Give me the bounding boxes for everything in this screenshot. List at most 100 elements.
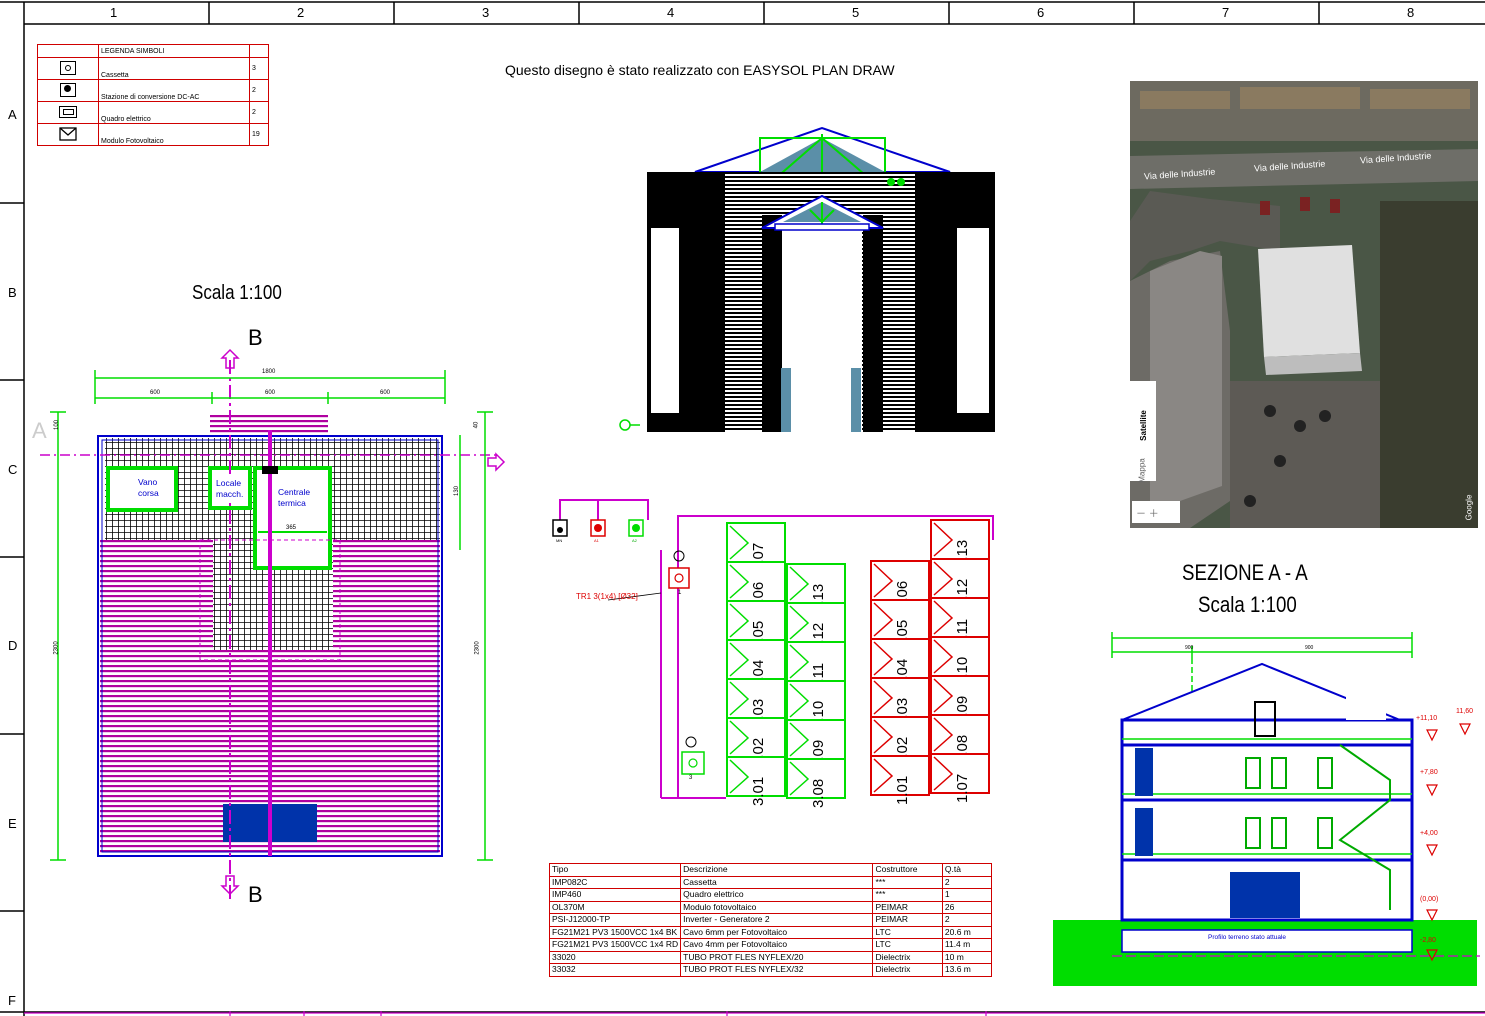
grid-row-a: A: [8, 107, 17, 122]
grid-row-c: C: [8, 462, 18, 477]
table-row: OL370M Modulo fotovoltaico PEIMAR 26: [548, 900, 993, 914]
pv-module: 3.10: [786, 680, 846, 730]
pv-module: 1.01: [870, 755, 930, 805]
table-cell: FG21M21 PV3 1500VCC 1x4 BK: [548, 925, 682, 939]
bom-header-cell: Costruttore: [872, 863, 943, 877]
table-cell: FG21M21 PV3 1500VCC 1x4 RD: [548, 938, 682, 952]
table-cell: LTC: [872, 938, 943, 952]
pv-module: 3.09: [786, 719, 846, 769]
level-marker-2nd-floor: +7,80: [1420, 769, 1438, 776]
section-title: SEZIONE A - A: [1182, 560, 1308, 585]
pv-module: 1.04: [870, 638, 930, 688]
pv-module-label: 3.01: [750, 776, 767, 806]
pv-module: 1.07: [930, 753, 990, 803]
pv-module: 3.07: [726, 522, 786, 572]
table-cell: ***: [872, 888, 943, 902]
grid-col-7: 7: [1222, 5, 1230, 20]
table-cell: PEIMAR: [872, 913, 943, 927]
pv-module: 3.06: [726, 561, 786, 611]
room-label-boiler-room: Centrale termica: [278, 487, 314, 509]
pv-module-icon: [59, 126, 77, 141]
legend-item-label: Quadro elettrico: [98, 101, 250, 124]
map-tab-map[interactable]: Mappa: [1138, 458, 1147, 482]
table-cell: 2: [941, 913, 993, 927]
section-dim-1: 900: [1185, 645, 1194, 651]
legend-item-label: Stazione di conversione DC-AC: [98, 79, 250, 102]
table-cell: Cavo 6mm per Fotovoltaico: [680, 925, 874, 939]
box-icon: [60, 60, 76, 75]
plan-scale: Scala 1:100: [192, 282, 282, 304]
map-google-logo: Google: [1464, 494, 1474, 521]
table-cell: Modulo fotovoltaico: [680, 900, 874, 914]
dim-small-2: 40: [473, 421, 480, 429]
table-cell: PSI-J12000-TP: [548, 913, 682, 927]
grid-row-f: F: [8, 993, 16, 1008]
table-row: 33020 TUBO PROT FLES NYFLEX/20 Dielectrix 1…: [548, 950, 993, 964]
pv-module: 3.04: [726, 639, 786, 689]
legend-item-qty: 3: [249, 57, 269, 80]
floor-plan: [40, 348, 506, 900]
legend-item-label: Modulo Fotovoltaico: [98, 123, 250, 146]
dim-segment-2: 600: [265, 390, 276, 396]
pv-module: 1.11: [930, 597, 990, 647]
cable-label: TR1 3(1x4) [Ø32]: [576, 592, 638, 601]
junction-box-3-label: 3: [689, 775, 693, 781]
inverter-label-a2: A2: [632, 538, 637, 543]
grid-col-1: 1: [110, 5, 118, 20]
pv-module: 1.03: [870, 677, 930, 727]
legend-item-qty: 2: [249, 101, 269, 124]
satellite-map[interactable]: Via delle Industrie Via delle Industrie …: [1130, 81, 1478, 528]
table-cell: 33032: [548, 963, 682, 977]
grid-row-e: E: [8, 816, 17, 831]
level-marker-basement: -2,80: [1420, 937, 1436, 944]
table-cell: Inverter - Generatore 2: [680, 913, 874, 927]
room-label-lift: Vano corsa: [138, 477, 166, 499]
legend-title: LEGENDA SIMBOLI: [98, 44, 250, 58]
pv-module: 3.11: [786, 641, 846, 691]
dim-total-width: 1800: [262, 369, 276, 375]
table-cell: 20.6 m: [941, 925, 993, 939]
pv-module: 3.01: [726, 756, 786, 806]
bom-header-cell: Descrizione: [680, 863, 874, 877]
section-dim-2: 900: [1305, 645, 1314, 651]
table-cell: 13.6 m: [941, 963, 993, 977]
table-cell: 11.4 m: [941, 938, 993, 952]
level-marker-roof: +11,10: [1416, 715, 1438, 722]
grid-row-b: B: [8, 285, 17, 300]
pv-string-red-col2: 1.13 1.12 1.11 1.10 1.09 1.08 1.07: [930, 519, 990, 803]
front-elevation: [619, 126, 995, 432]
dim-small-1: 100: [54, 419, 61, 431]
table-cell: PEIMAR: [872, 900, 943, 914]
dim-segment-3: 600: [380, 390, 391, 396]
table-cell: Dielectrix: [872, 963, 943, 977]
bom-header-row: Tipo Descrizione Costruttore Q.tà: [548, 863, 993, 877]
map-zoom-controls[interactable]: － ＋: [1136, 505, 1159, 520]
pv-string-green-col1: 3.07 3.06 3.05 3.04 3.03 3.02 3.01: [726, 522, 786, 806]
table-cell: Cavo 4mm per Fotovoltaico: [680, 938, 874, 952]
table-cell: ***: [872, 875, 943, 889]
pv-module: 3.03: [726, 678, 786, 728]
grid-col-8: 8: [1407, 5, 1415, 20]
pv-string-red-col1: 1.06 1.05 1.04 1.03 1.02 1.01: [870, 560, 930, 805]
pv-module: 1.05: [870, 599, 930, 649]
table-row: PSI-J12000-TP Inverter - Generatore 2 PEIM…: [548, 913, 993, 927]
pv-module: 1.09: [930, 675, 990, 725]
legend-item-qty: 2: [249, 79, 269, 102]
pv-module: 3.12: [786, 602, 846, 652]
map-tab-satellite[interactable]: Satellite: [1139, 410, 1148, 441]
table-cell: TUBO PROT FLES NYFLEX/20: [680, 950, 874, 964]
dim-small-3: 130: [454, 485, 461, 497]
pv-module: 1.13: [930, 519, 990, 569]
pv-module: 1.10: [930, 636, 990, 686]
table-cell: 10 m: [941, 950, 993, 964]
table-row: IMP460 Quadro elettrico *** 1: [548, 888, 993, 902]
level-marker-ridge: 11,60: [1456, 708, 1473, 715]
symbol-legend: LEGENDA SIMBOLI Cassetta 3 Stazione di c…: [37, 44, 269, 146]
section-scale: Scala 1:100: [1198, 592, 1297, 617]
room-label-machine-room: Locale macch.: [216, 478, 246, 500]
table-row: 33032 TUBO PROT FLES NYFLEX/32 Dielectrix 1…: [548, 963, 993, 977]
dim-height-left: 2300: [53, 641, 60, 655]
table-cell: IMP082C: [548, 875, 682, 889]
pv-module: 3.13: [786, 563, 846, 613]
ground-profile-label: Profilo terreno stato attuale: [1208, 934, 1287, 941]
